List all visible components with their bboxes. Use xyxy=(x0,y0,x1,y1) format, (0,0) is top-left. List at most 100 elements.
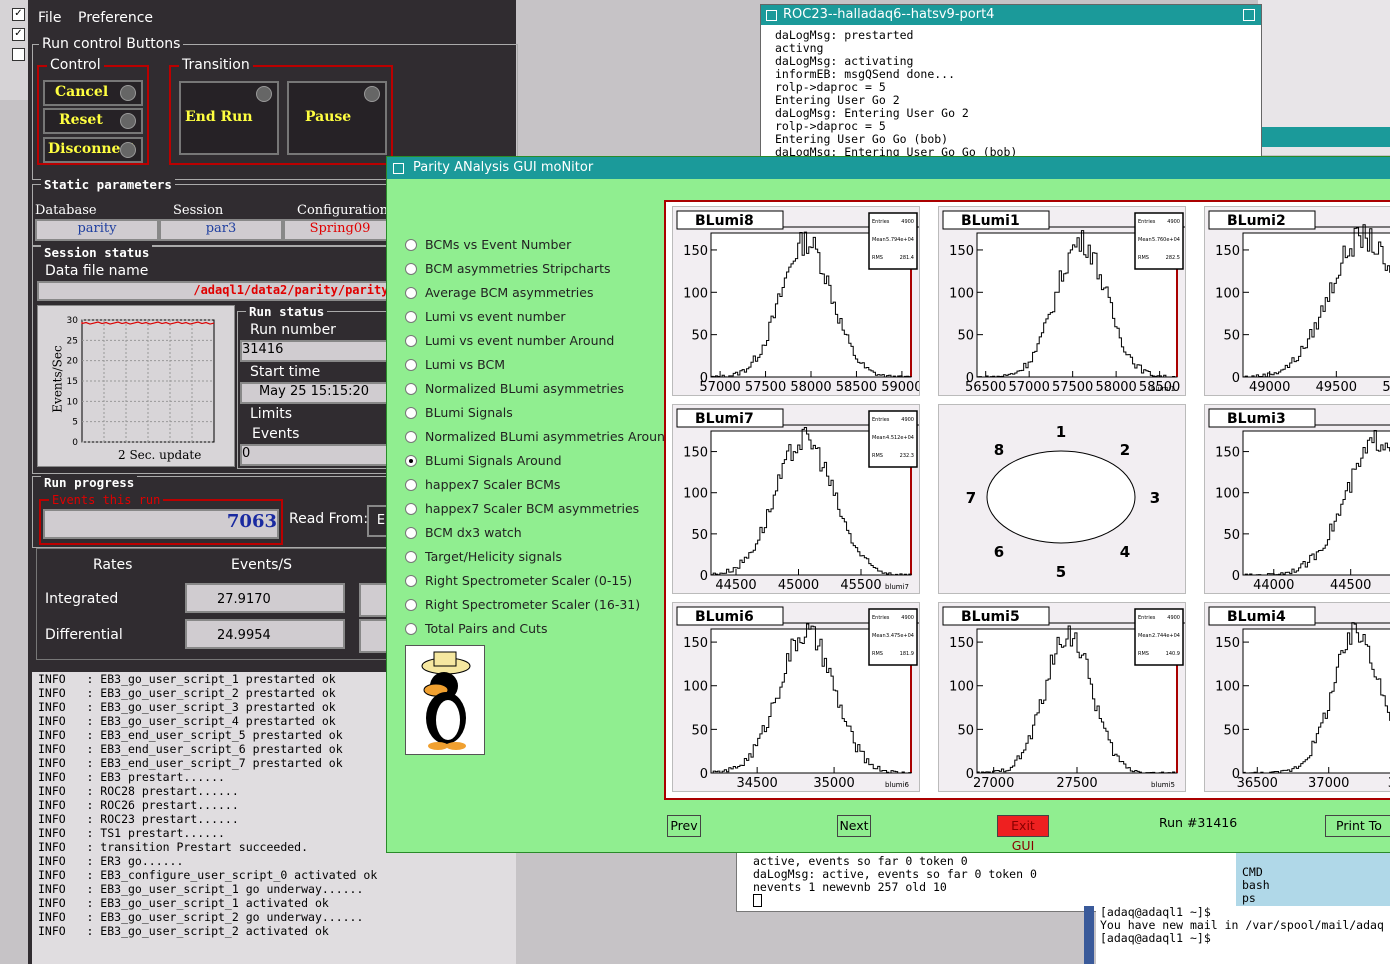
radio-icon[interactable] xyxy=(405,407,417,419)
run-number-field: 31416 xyxy=(240,340,388,362)
radio-icon[interactable] xyxy=(405,263,417,275)
integrated-label: Integrated xyxy=(45,591,119,607)
radio-icon[interactable] xyxy=(405,503,417,515)
histogram-ytick: 100 xyxy=(1215,487,1240,502)
run-number-label: Run #31416 xyxy=(1159,815,1238,830)
rate-ytick: 15 xyxy=(67,377,78,387)
pause-button[interactable]: Pause xyxy=(287,81,387,155)
radio-icon[interactable] xyxy=(405,575,417,587)
histogram-title: BLumi4 xyxy=(1227,609,1286,625)
menu-bar: File Preference xyxy=(28,2,516,32)
histogram-ytick: 150 xyxy=(1215,446,1240,461)
radio-icon[interactable] xyxy=(405,359,417,371)
histogram-ytick: 50 xyxy=(691,528,708,543)
detector-number: 5 xyxy=(1056,563,1066,581)
radio-icon[interactable] xyxy=(405,479,417,491)
histogram-svg: 05010015056500 57000 57500 58000 58500blumi1… xyxy=(942,210,1185,395)
window-menu-icon[interactable] xyxy=(766,10,777,21)
histogram-svg: 0 50 100 150 44500 45000 45500 blumi7 BLumi7 Entr… xyxy=(676,408,919,593)
detector-number: 6 xyxy=(994,543,1004,561)
stats-key: Entries xyxy=(872,219,890,225)
radio-icon[interactable] xyxy=(405,335,417,347)
histogram-xtick: 45000 xyxy=(778,578,819,593)
histogram-svg: 05010015027000 27500 blumi5BLumi5 Entries 49… xyxy=(942,606,1185,791)
histogram-pad: 0 50 100 150 34500 35000 blumi6 BLumi6 Entries 49… xyxy=(672,602,920,792)
histogram-ytick: 100 xyxy=(683,487,708,502)
group-title: Session status xyxy=(41,245,153,260)
histogram-svg: 05010015057000 57500 58000 58500 59000BLumi8… xyxy=(676,210,919,395)
roc-window-titlebar[interactable]: ROC23--halladaq6--hatsv9-port4 xyxy=(761,5,1261,25)
configuration-label: Configuration xyxy=(297,203,389,218)
events-limit-input[interactable]: 0 xyxy=(240,444,388,466)
radio-icon[interactable] xyxy=(405,383,417,395)
histogram-xlabel: blumi7 xyxy=(885,583,909,591)
histogram-ytick: 50 xyxy=(691,723,708,738)
radio-icon[interactable] xyxy=(405,287,417,299)
bottom-terminal: active, events so far 0 token 0 daLogMsg… xyxy=(736,848,1254,912)
window-menu-icon[interactable] xyxy=(393,163,404,174)
stats-key: Entries xyxy=(872,615,890,621)
radio-icon[interactable] xyxy=(405,527,417,539)
menu-preference[interactable]: Preference xyxy=(78,10,153,26)
diagram-svg: 1 2 3 4 5 6 7 8 xyxy=(966,423,1160,581)
histogram-title: BLumi3 xyxy=(1227,411,1286,427)
prev-button[interactable]: Prev xyxy=(667,815,701,837)
histogram-ytick: 0 xyxy=(1232,371,1240,386)
group-title: Run progress xyxy=(41,475,138,490)
plot-option-label: Normalized BLumi asymmetries Around xyxy=(425,429,673,444)
disconnect-button[interactable]: Disconnect xyxy=(43,137,143,163)
radio-icon[interactable] xyxy=(405,599,417,611)
left-checkbox-strip: ✓ ✓ xyxy=(0,0,28,100)
rate-ytick: 20 xyxy=(67,357,79,367)
stats-value: 281.4 xyxy=(900,255,914,261)
differential-rate-field: 24.9954 xyxy=(185,619,345,649)
panguin-title: Parity ANalysis GUI moNitor xyxy=(413,160,594,175)
integrated-rate-field: 27.9170 xyxy=(185,583,345,613)
plot-option-label: happex7 Scaler BCMs xyxy=(425,477,561,492)
shell-scrollbar[interactable] xyxy=(1084,906,1094,964)
reset-button[interactable]: Reset xyxy=(43,108,143,134)
histogram-xtick: 58000 xyxy=(790,380,831,395)
checkbox-2[interactable]: ✓ xyxy=(12,28,25,41)
histogram-xtick: 49500 xyxy=(1316,380,1357,395)
cancel-button[interactable]: Cancel xyxy=(43,80,143,106)
histogram-ytick: 100 xyxy=(1215,680,1240,695)
menu-file[interactable]: File xyxy=(38,10,61,26)
checkbox-1[interactable]: ✓ xyxy=(12,8,25,21)
histogram-xtick: 58500 xyxy=(836,380,877,395)
radio-icon[interactable] xyxy=(405,551,417,563)
panguin-titlebar[interactable]: Parity ANalysis GUI moNitor xyxy=(387,157,1390,179)
histogram-title: BLumi5 xyxy=(961,609,1020,625)
exit-gui-button[interactable]: Exit GUI xyxy=(997,815,1049,853)
radio-icon[interactable] xyxy=(405,455,417,467)
histogram-ytick: 150 xyxy=(949,636,974,651)
log-line: INFO : EB3_configure_user_script_0 activ… xyxy=(38,868,378,882)
radio-icon[interactable] xyxy=(405,623,417,635)
plot-option-label: Average BCM asymmetries xyxy=(425,285,594,300)
end-run-button[interactable]: End Run xyxy=(179,81,279,155)
plot-option-label: BCMs vs Event Number xyxy=(425,237,572,252)
print-to-button[interactable]: Print To xyxy=(1325,815,1390,837)
rates-header: Rates xyxy=(93,557,133,573)
events-per-sec-header: Events/S xyxy=(231,557,293,573)
group-title: Run control Buttons xyxy=(39,36,184,52)
histogram-ytick: 50 xyxy=(957,723,974,738)
histogram-ytick: 0 xyxy=(700,569,708,584)
database-field: parity xyxy=(35,219,159,241)
maximize-icon[interactable] xyxy=(1243,9,1255,21)
radio-icon[interactable] xyxy=(405,431,417,443)
next-button[interactable]: Next xyxy=(837,815,871,837)
plot-option-label: BCM asymmetries Stripcharts xyxy=(425,261,611,276)
checkbox-3[interactable] xyxy=(12,48,25,61)
radio-icon[interactable] xyxy=(405,239,417,251)
plot-option-label: Lumi vs BCM xyxy=(425,357,506,372)
radio-icon[interactable] xyxy=(405,311,417,323)
histogram-xtick: 27000 xyxy=(973,776,1014,791)
histogram-xtick: 49000 xyxy=(1249,380,1290,395)
rate-ytick: 5 xyxy=(72,418,78,428)
database-label: Database xyxy=(35,203,97,218)
histogram-xlabel: blumi6 xyxy=(885,781,910,789)
lumi-position-diagram: 1 2 3 4 5 6 7 8 xyxy=(938,404,1186,594)
histogram-ytick: 100 xyxy=(1215,286,1240,301)
ps-panel: CMD bash ps xyxy=(1236,850,1390,910)
